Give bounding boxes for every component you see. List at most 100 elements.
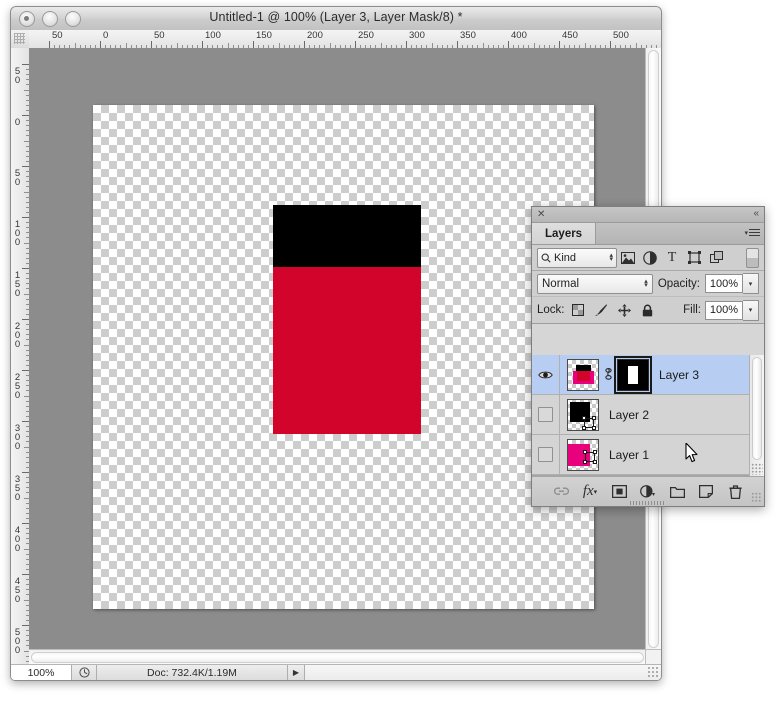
artwork-red-fill: [273, 267, 421, 434]
filter-kind-stepper[interactable]: ▴ ▾: [609, 252, 613, 263]
table-row[interactable]: Layer 1: [532, 435, 750, 475]
ruler-tick: [22, 319, 29, 320]
ruler-tick: [49, 41, 50, 48]
tab-layers[interactable]: Layers: [532, 223, 597, 244]
ruler-tick: [22, 64, 29, 65]
layer-thumbnails[interactable]: [560, 438, 599, 471]
status-expand-arrow[interactable]: ▶: [288, 665, 305, 680]
table-row[interactable]: Layer 2: [532, 395, 750, 435]
new-group-icon[interactable]: [669, 483, 686, 501]
pixel-layer-filter-icon[interactable]: [617, 248, 639, 268]
window-titlebar[interactable]: Untitled-1 @ 100% (Layer 3, Layer Mask/8…: [11, 7, 661, 31]
panel-drag-handle[interactable]: [630, 501, 666, 505]
shape-layer-filter-icon[interactable]: [683, 248, 705, 268]
adjustment-layer-icon[interactable]: ▾: [640, 483, 657, 501]
lock-position-icon[interactable]: [615, 301, 634, 319]
horizontal-scrollbar[interactable]: [29, 649, 646, 665]
ruler-label: 50: [154, 30, 165, 41]
ruler-label: 500: [14, 627, 21, 656]
panel-collapse-icon[interactable]: «: [753, 207, 759, 221]
lock-all-icon[interactable]: [638, 301, 657, 319]
link-layers-icon[interactable]: [553, 483, 570, 501]
ruler-label: 400: [14, 525, 21, 554]
window-resize-grip[interactable]: [647, 666, 660, 679]
panel-close-icon[interactable]: ✕: [537, 208, 545, 221]
panel-resize-grip[interactable]: [751, 492, 762, 503]
panel-top-bar[interactable]: ✕ «: [532, 207, 764, 223]
fill-control[interactable]: 100% ▾: [705, 299, 759, 321]
type-layer-filter-icon[interactable]: T: [661, 248, 683, 268]
blend-mode-row[interactable]: Normal ▴ ▾ Opacity: 100% ▾: [532, 271, 764, 297]
vertical-ruler[interactable]: 50 0 50 100 150 200 250 300 350 400 450 500: [11, 48, 30, 680]
layer-thumbnails[interactable]: [560, 355, 652, 394]
filter-kind-select[interactable]: Kind ▴ ▾: [537, 247, 617, 268]
ruler-tick: [508, 41, 509, 48]
lock-transparency-icon[interactable]: [569, 301, 588, 319]
ruler-tick: [22, 166, 29, 167]
image-canvas[interactable]: [93, 105, 594, 609]
panel-menu-button[interactable]: ▾: [744, 227, 760, 238]
table-row[interactable]: Layer 3: [532, 355, 750, 395]
ruler-label: 300: [409, 30, 425, 41]
layer-mask-link-icon[interactable]: [603, 368, 613, 381]
document-title: Untitled-1 @ 100% (Layer 3, Layer Mask/8…: [209, 10, 463, 24]
layer-style-icon[interactable]: fx ▾: [582, 483, 599, 501]
fill-dropdown-arrow[interactable]: ▾: [743, 299, 759, 321]
layer-list-scrollbar-thumb[interactable]: [752, 357, 762, 460]
new-layer-icon[interactable]: [698, 483, 715, 501]
chevron-down-icon: ▾: [744, 229, 748, 237]
smart-object-filter-icon[interactable]: [705, 248, 727, 268]
ruler-corner[interactable]: [11, 30, 30, 49]
status-proxy-icon[interactable]: [72, 665, 97, 680]
opacity-input[interactable]: 100%: [705, 274, 743, 293]
ruler-tick: [22, 370, 29, 371]
layer-visibility-toggle[interactable]: [532, 435, 560, 474]
ruler-tick: [22, 472, 29, 473]
artwork-black-band: [273, 205, 421, 267]
clock-icon: [78, 667, 90, 678]
layer-visibility-toggle[interactable]: [532, 355, 560, 394]
layer-visibility-toggle[interactable]: [532, 395, 560, 434]
layer-thumbnail[interactable]: [567, 438, 599, 471]
layers-panel-footer[interactable]: fx ▾ ▾: [532, 476, 764, 506]
zoom-level-field[interactable]: 100%: [11, 665, 72, 680]
layers-panel[interactable]: ✕ « Layers ▾ Kind ▴ ▾ T Normal ▴ ▾ Opaci…: [531, 206, 765, 507]
lock-image-icon[interactable]: [592, 301, 611, 319]
ruler-label: 250: [358, 30, 374, 41]
layer-name[interactable]: Layer 3: [659, 368, 699, 382]
thumb-red-fill: [577, 370, 590, 381]
opacity-dropdown-arrow[interactable]: ▾: [743, 273, 759, 294]
layer-thumbnail[interactable]: [567, 358, 599, 391]
layer-thumbnails[interactable]: [560, 398, 599, 431]
lock-row[interactable]: Lock: Fill: 100% ▾: [532, 297, 764, 324]
blend-mode-select[interactable]: Normal ▴ ▾: [537, 273, 653, 294]
eye-off-icon: [538, 447, 553, 462]
layer-list[interactable]: Layer 3 Layer 2 Layer 1: [532, 355, 750, 476]
layer-name[interactable]: Layer 2: [609, 408, 649, 422]
ruler-tick: [22, 268, 29, 269]
delete-layer-icon[interactable]: [727, 483, 744, 501]
add-mask-icon[interactable]: [611, 483, 628, 501]
ruler-tick: [253, 41, 254, 48]
opacity-control[interactable]: 100% ▾: [705, 273, 759, 294]
search-icon: [541, 253, 551, 263]
ruler-label: 50: [14, 168, 21, 188]
layer-thumbnail[interactable]: [567, 398, 599, 431]
ruler-tick: [100, 41, 101, 48]
horizontal-ruler[interactable]: 50 0 50 100 150 200 250 300 350 400 450 500: [29, 30, 661, 49]
filter-enable-toggle[interactable]: [746, 247, 759, 268]
fill-input[interactable]: 100%: [705, 300, 743, 320]
blend-mode-stepper[interactable]: ▴ ▾: [644, 278, 648, 289]
layer-list-scrollbar[interactable]: [749, 355, 764, 476]
ruler-label: 150: [14, 270, 21, 299]
layer-filter-row[interactable]: Kind ▴ ▾ T: [532, 245, 764, 271]
panel-tab-row[interactable]: Layers ▾: [532, 223, 764, 245]
stepper-down-icon: ▾: [609, 255, 613, 263]
horizontal-scrollbar-thumb[interactable]: [31, 652, 644, 663]
ruler-label: 400: [511, 30, 527, 41]
ruler-label: 450: [14, 576, 21, 605]
adjustment-layer-filter-icon[interactable]: [639, 248, 661, 268]
layer-name[interactable]: Layer 1: [609, 448, 649, 462]
layer-mask-thumbnail[interactable]: [614, 355, 652, 394]
fill-label: Fill:: [683, 304, 701, 316]
